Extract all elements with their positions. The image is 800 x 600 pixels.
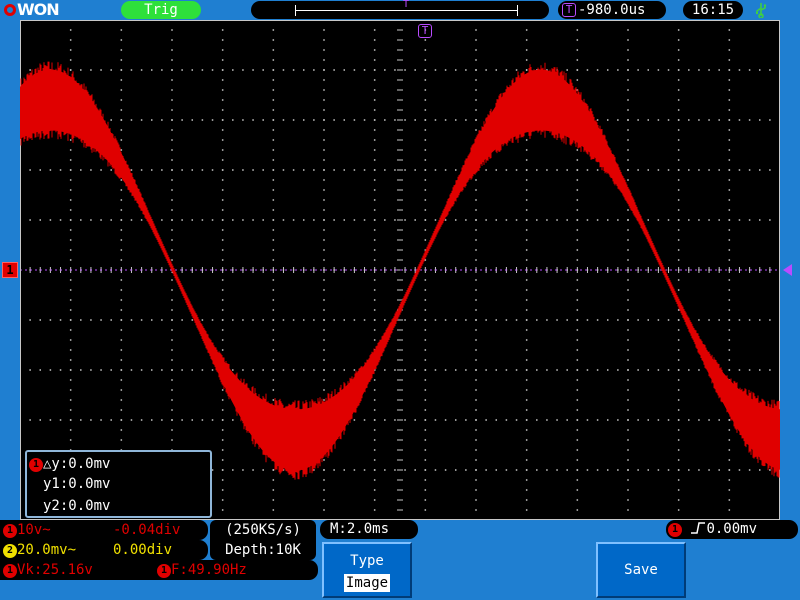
measurement-1-badge: 1 [3,564,17,578]
trigger-position-marker[interactable]: T [418,20,434,39]
measurement-bar: 1 Vk:25.16v 1 F:49.90Hz [0,560,318,580]
trigger-position-readout: T -980.0us [558,1,666,19]
memory-depth: Depth:10K [225,542,301,558]
ch1-waveform-trace [20,61,780,480]
save-button[interactable]: Save [596,542,686,598]
timeline-right-bracket [517,5,518,16]
ch2-scale: 20.0mv~ [17,542,77,558]
ch1-settings-bar[interactable]: 1 10v~ -0.04div [0,520,208,540]
cursor-channel-badge: 1 [29,458,43,472]
ch2-badge: 2 [3,544,17,558]
ch2-offset: 0.00div [113,542,173,558]
cursor-y1: y1:0.0mv [43,476,111,492]
bottom-strip [0,580,320,600]
waveform-display [20,20,780,520]
logo-text: WON [17,0,60,19]
timeline-bar [295,10,517,11]
usb-icon [756,3,767,18]
trigger-position-value: -980.0us [578,2,646,18]
save-button-label: Save [624,562,658,578]
timeline-trigger-mark: T [403,0,410,10]
ch1-scale: 10v~ [17,522,51,538]
top-status-bar: WON Trig T T -980.0us 16:15 [0,0,800,20]
measurement-vk: Vk:25.16v [17,562,93,578]
type-menu-button[interactable]: Type Image [322,542,412,598]
clock: 16:15 [683,1,743,19]
type-menu-value: Image [343,574,391,592]
rising-edge-icon [691,522,706,534]
ch1-ground-marker[interactable]: 1 [2,262,18,278]
cursor-measurement-panel: 1 △y:0.0mv y1:0.0mv y2:0.0mv [25,450,212,518]
logo-ring-icon [4,4,16,16]
trigger-level-arrow-icon[interactable] [783,264,792,276]
measurement-frequency: F:49.90Hz [171,562,247,578]
cursor-y2: y2:0.0mv [43,498,111,514]
trigger-level: 0.00mv [706,521,758,537]
ch1-noise-band [20,69,780,471]
owon-logo: WON [4,0,60,20]
timebase-readout[interactable]: M:2.0ms [320,520,418,539]
ch1-noise-spikes [20,61,780,480]
trigger-status-badge: Trig [121,1,201,19]
soft-menu-area: Type Image Save [320,540,800,600]
ch1-badge: 1 [3,524,17,538]
ch1-offset: -0.04div [113,522,181,538]
cursor-delta-y: △y:0.0mv [43,456,111,472]
measurement-2-badge: 1 [157,564,171,578]
trigger-position-t-icon: T [418,24,432,38]
acquisition-info: (250KS/s) Depth:10K [210,520,316,560]
trigger-source-badge: 1 [668,523,682,537]
memory-position-timeline: T [251,0,549,19]
trigger-t-icon: T [562,3,576,17]
cursor-delta-row: 1 △y:0.0mv [29,454,110,474]
type-menu-label: Type [350,553,384,569]
ch2-settings-bar[interactable]: 2 20.0mv~ 0.00div [0,540,208,560]
sample-rate: (250KS/s) [225,522,301,538]
trigger-info-readout[interactable]: 1 0.00mv [666,520,798,539]
